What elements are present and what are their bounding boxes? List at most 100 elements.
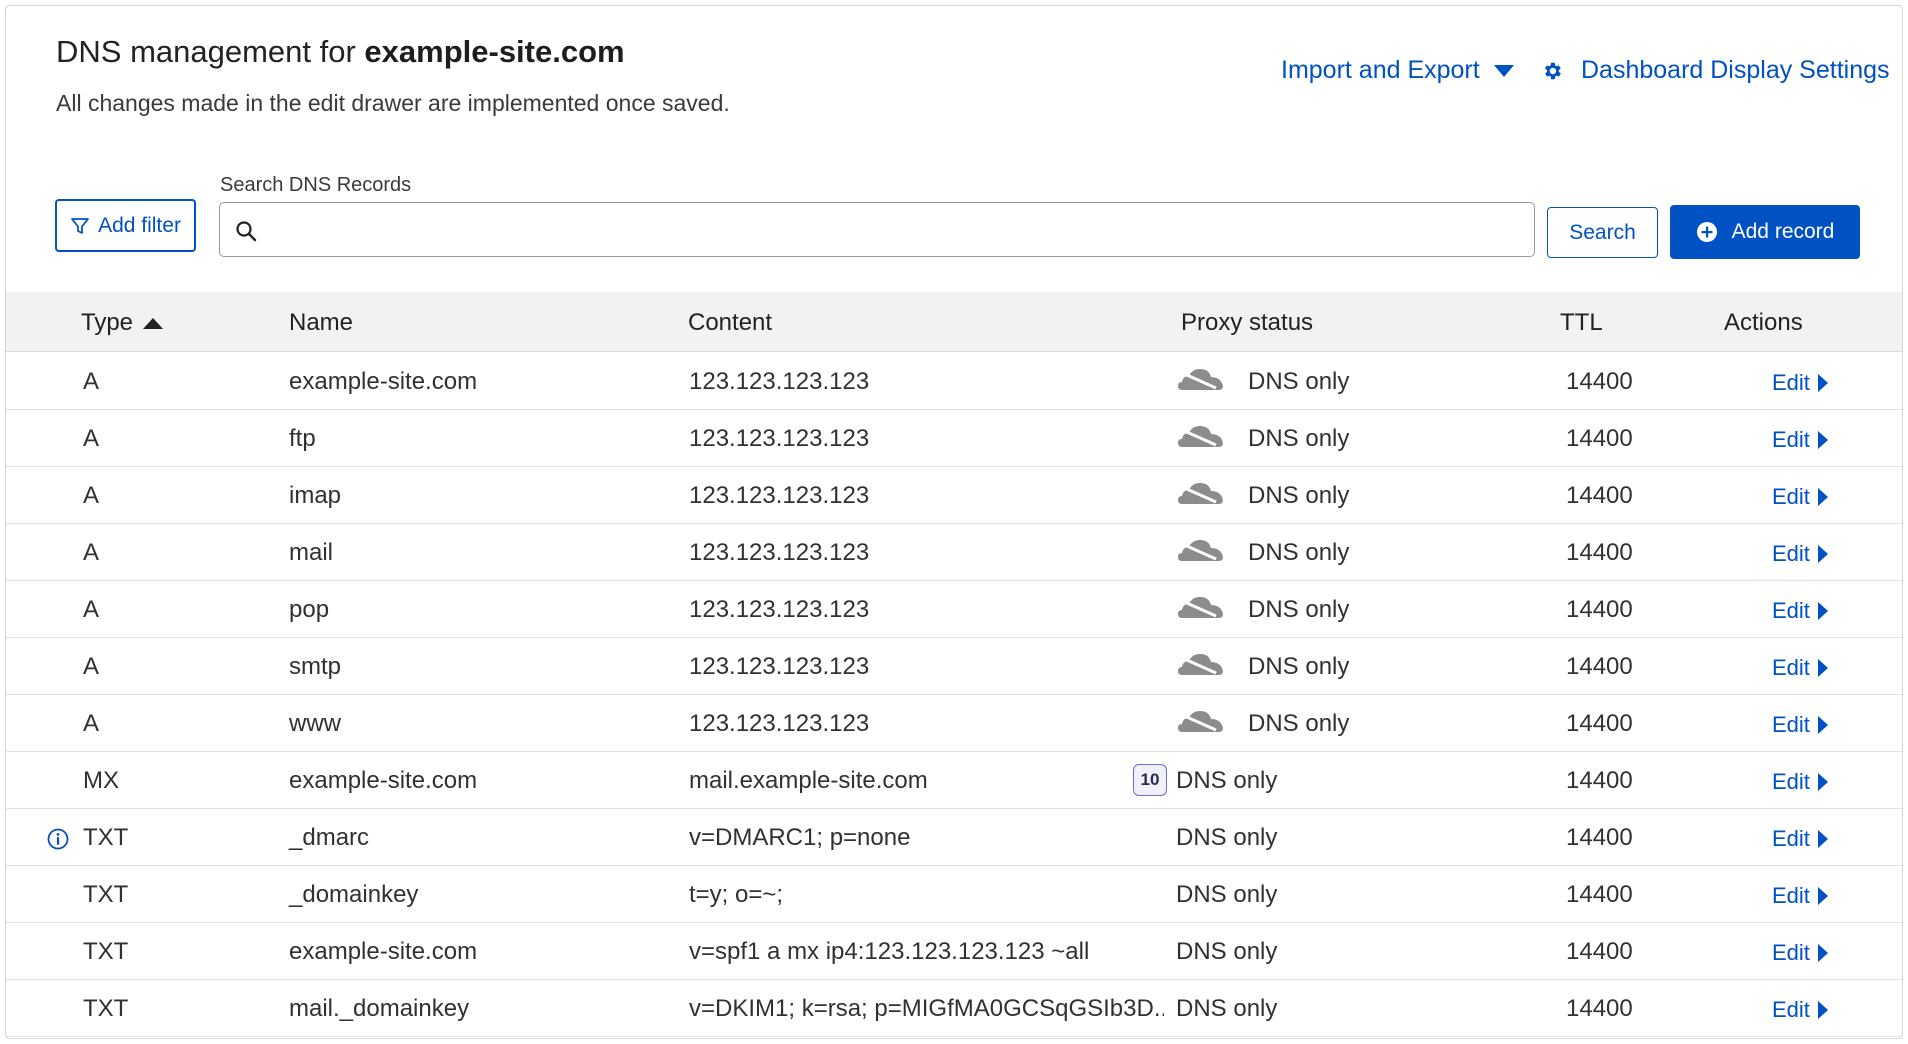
edit-record-button[interactable]: Edit <box>1772 427 1828 453</box>
record-ttl: 14400 <box>1566 824 1633 851</box>
record-content: mail.example-site.com <box>689 767 928 794</box>
proxy-status: DNS only <box>1176 596 1349 624</box>
record-ttl: 14400 <box>1566 368 1633 395</box>
edit-label: Edit <box>1772 541 1810 566</box>
edit-label: Edit <box>1772 712 1810 737</box>
caret-right-icon <box>1817 773 1828 791</box>
proxy-status-label: DNS only <box>1248 596 1350 623</box>
edit-record-button[interactable]: Edit <box>1772 826 1828 852</box>
table-header: Type Name Content Proxy status TTL Actio… <box>6 292 1902 352</box>
edit-record-button[interactable]: Edit <box>1772 712 1828 738</box>
proxy-status-label: DNS only <box>1248 482 1350 509</box>
search-box <box>219 202 1535 257</box>
proxy-status: DNS only <box>1176 710 1349 738</box>
record-ttl: 14400 <box>1566 653 1633 680</box>
record-ttl: 14400 <box>1566 596 1633 623</box>
record-name: example-site.com <box>289 368 478 395</box>
gear-icon <box>1545 62 1561 79</box>
edit-record-button[interactable]: Edit <box>1772 598 1828 624</box>
add-record-label: Add record <box>1731 220 1835 243</box>
edit-record-button[interactable]: Edit <box>1772 370 1828 396</box>
edit-record-button[interactable]: Edit <box>1772 541 1828 567</box>
proxy-status: DNS only <box>1176 881 1277 909</box>
record-content: 123.123.123.123 <box>689 596 870 623</box>
record-ttl: 14400 <box>1566 710 1633 737</box>
add-filter-button[interactable]: Add filter <box>55 199 196 252</box>
search-input[interactable] <box>272 209 1522 251</box>
filter-icon <box>71 217 89 234</box>
dashboard-display-settings-link[interactable]: Dashboard Display Settings <box>1541 56 1890 85</box>
table-row: A www 123.123.123.123 DNS only 14400 Edi… <box>6 695 1902 752</box>
edit-record-button[interactable]: Edit <box>1772 940 1828 966</box>
record-type: TXT <box>83 995 129 1022</box>
record-name: smtp <box>289 653 342 680</box>
record-ttl: 14400 <box>1566 938 1633 965</box>
record-name: ftp <box>289 425 316 452</box>
record-content: v=DMARC1; p=none <box>689 824 911 851</box>
proxy-status-label: DNS only <box>1248 710 1350 737</box>
record-type: A <box>83 482 100 509</box>
chevron-down-icon <box>1493 64 1514 77</box>
caret-right-icon <box>1817 1001 1828 1019</box>
caret-right-icon <box>1817 716 1828 734</box>
column-header-type-label: Type <box>81 309 134 336</box>
record-ttl: 14400 <box>1566 425 1633 452</box>
table-row: A imap 123.123.123.123 DNS only 14400 Ed… <box>6 467 1902 524</box>
plus-circle-icon <box>1696 222 1717 242</box>
cloud-dns-only-icon <box>1178 711 1223 732</box>
cloud-dns-only-icon <box>1178 654 1223 675</box>
page-title: DNS management for example-site.com <box>56 34 625 70</box>
record-ttl: 14400 <box>1566 539 1633 566</box>
record-content: t=y; o=~; <box>689 881 784 908</box>
import-export-link[interactable]: Import and Export <box>1281 56 1514 85</box>
table-row: A example-site.com 123.123.123.123 DNS o… <box>6 353 1902 410</box>
record-content: v=DKIM1; k=rsa; p=MIGfMA0GCSqGSIb3D... <box>689 995 1164 1022</box>
record-type: A <box>83 596 100 623</box>
info-icon[interactable] <box>47 828 69 850</box>
edit-record-button[interactable]: Edit <box>1772 655 1828 681</box>
edit-record-button[interactable]: Edit <box>1772 883 1828 909</box>
caret-right-icon <box>1817 887 1828 905</box>
table-row: TXT _domainkey t=y; o=~; DNS only 14400 … <box>6 866 1902 923</box>
add-filter-label: Add filter <box>98 213 181 237</box>
proxy-status-label: DNS only <box>1176 938 1278 965</box>
edit-label: Edit <box>1772 826 1810 851</box>
edit-record-button[interactable]: Edit <box>1772 997 1828 1023</box>
edit-record-button[interactable]: Edit <box>1772 484 1828 510</box>
record-type: TXT <box>83 938 129 965</box>
column-header-type[interactable]: Type <box>81 309 164 337</box>
search-icon <box>236 221 257 242</box>
record-name: pop <box>289 596 330 623</box>
table-row: A pop 123.123.123.123 DNS only 14400 Edi… <box>6 581 1902 638</box>
search-button[interactable]: Search <box>1547 207 1658 258</box>
edit-record-button[interactable]: Edit <box>1772 769 1828 795</box>
proxy-status: DNS only <box>1176 824 1277 852</box>
record-type: TXT <box>83 824 129 851</box>
caret-right-icon <box>1817 830 1828 848</box>
proxy-status-label: DNS only <box>1248 653 1350 680</box>
search-dns-records-label: Search DNS Records <box>220 174 412 196</box>
record-content: 123.123.123.123 <box>689 425 870 452</box>
sort-ascending-icon <box>143 317 164 329</box>
record-ttl: 14400 <box>1566 881 1633 908</box>
proxy-status: DNS only <box>1176 539 1349 567</box>
proxy-status-label: DNS only <box>1176 824 1278 851</box>
proxy-status: DNS only <box>1176 368 1349 396</box>
caret-right-icon <box>1817 944 1828 962</box>
record-name: example-site.com <box>289 767 478 794</box>
edit-label: Edit <box>1772 940 1810 965</box>
proxy-status-label: DNS only <box>1248 425 1350 452</box>
add-record-button[interactable]: Add record <box>1670 205 1860 259</box>
record-content: 123.123.123.123 <box>689 653 870 680</box>
column-header-proxy-status: Proxy status <box>1181 309 1314 336</box>
record-content: v=spf1 a mx ip4:123.123.123.123 ~all <box>689 938 1090 965</box>
page-subtitle: All changes made in the edit drawer are … <box>56 90 730 116</box>
record-content: 123.123.123.123 <box>689 482 870 509</box>
edit-label: Edit <box>1772 484 1810 509</box>
record-type: A <box>83 539 100 566</box>
column-header-actions: Actions <box>1724 309 1803 336</box>
proxy-status-label: DNS only <box>1176 881 1278 908</box>
table-row: A ftp 123.123.123.123 DNS only 14400 Edi… <box>6 410 1902 467</box>
caret-right-icon <box>1817 488 1828 506</box>
cloud-dns-only-icon <box>1178 369 1223 390</box>
